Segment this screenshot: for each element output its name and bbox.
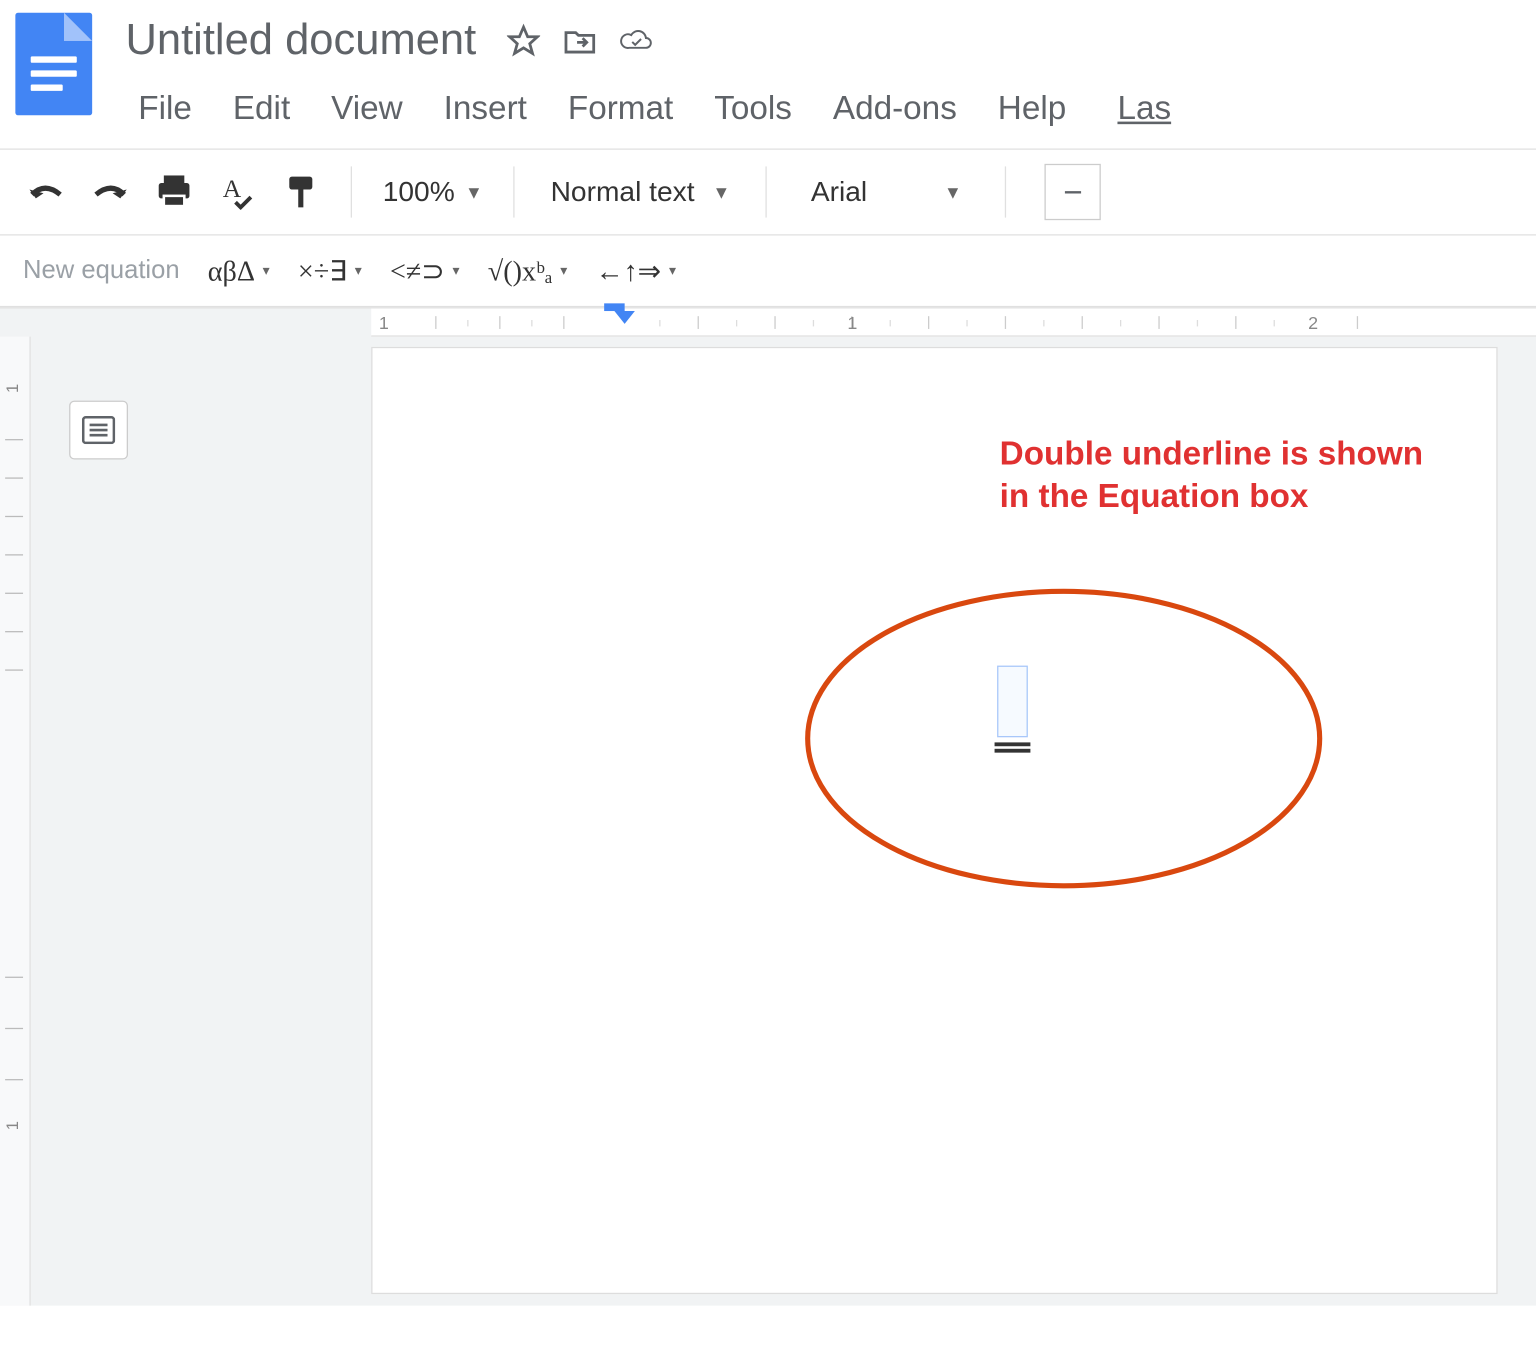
first-line-indent-marker[interactable] — [604, 303, 624, 311]
double-underline-icon — [995, 740, 1031, 753]
paragraph-style-dropdown[interactable]: Normal text ▼ — [535, 175, 745, 208]
annotation-text: Double underline is shown in the Equatio… — [1000, 433, 1461, 516]
chevron-down-icon: ▾ — [263, 262, 270, 279]
menu-file[interactable]: File — [118, 81, 213, 136]
undo-button[interactable] — [18, 164, 74, 220]
zoom-value: 100% — [383, 175, 455, 208]
menu-insert[interactable]: Insert — [423, 81, 547, 136]
chevron-down-icon: ▼ — [944, 182, 962, 202]
chevron-down-icon: ▾ — [355, 262, 362, 279]
primary-toolbar: A 100% ▼ Normal text ▼ Arial ▼ − — [0, 148, 1536, 235]
docs-logo-icon[interactable] — [15, 13, 92, 115]
menu-edit[interactable]: Edit — [212, 81, 310, 136]
menu-tools[interactable]: Tools — [694, 81, 813, 136]
style-value: Normal text — [551, 175, 695, 208]
eq-math-dropdown[interactable]: √()xᵇₐ▾ — [488, 254, 567, 287]
svg-text:A: A — [223, 174, 242, 203]
document-page[interactable]: Double underline is shown in the Equatio… — [371, 347, 1497, 1294]
eq-greek-dropdown[interactable]: αβΔ▾ — [208, 254, 270, 287]
vertical-ruler[interactable]: 1 1 — [0, 337, 31, 1306]
chevron-down-icon: ▼ — [712, 182, 730, 202]
chevron-down-icon: ▾ — [669, 262, 676, 279]
document-workspace: 1 1 1 1 — [0, 307, 1536, 1305]
font-dropdown[interactable]: Arial ▼ — [788, 175, 985, 208]
menu-format[interactable]: Format — [547, 81, 693, 136]
spellcheck-button[interactable]: A — [210, 164, 266, 220]
decrease-font-size-button[interactable]: − — [1045, 164, 1101, 220]
app-header: Untitled document File Edit View Insert … — [0, 0, 1536, 136]
redo-button[interactable] — [82, 164, 138, 220]
zoom-dropdown[interactable]: 100% ▼ — [372, 175, 493, 208]
chevron-down-icon: ▾ — [560, 262, 567, 279]
cloud-status-icon[interactable] — [620, 24, 653, 57]
chevron-down-icon: ▼ — [465, 182, 483, 202]
left-indent-marker[interactable] — [614, 311, 634, 324]
menu-bar: File Edit View Insert Format Tools Add-o… — [118, 81, 1182, 136]
eq-arrows-dropdown[interactable]: ←↑⇒▾ — [595, 254, 676, 287]
eq-ops-dropdown[interactable]: ×÷∃▾ — [298, 254, 362, 287]
annotation-ellipse — [795, 579, 1333, 899]
star-icon[interactable] — [507, 24, 540, 57]
chevron-down-icon: ▾ — [453, 262, 460, 279]
last-edit-link[interactable]: Las — [1087, 81, 1182, 136]
menu-help[interactable]: Help — [977, 81, 1086, 136]
menu-view[interactable]: View — [311, 81, 424, 136]
new-equation-button[interactable]: New equation — [23, 256, 180, 285]
document-outline-button[interactable] — [69, 401, 128, 460]
print-button[interactable] — [146, 164, 202, 220]
font-value: Arial — [811, 175, 867, 208]
eq-relations-dropdown[interactable]: <≠⊃▾ — [390, 254, 460, 287]
move-icon[interactable] — [563, 24, 596, 57]
horizontal-ruler[interactable]: 1 1 2 — [371, 308, 1536, 336]
paint-format-button[interactable] — [274, 164, 330, 220]
document-title[interactable]: Untitled document — [118, 13, 484, 68]
equation-input-box[interactable] — [997, 666, 1028, 738]
menu-addons[interactable]: Add-ons — [812, 81, 977, 136]
equation-toolbar: New equation αβΔ▾ ×÷∃▾ <≠⊃▾ √()xᵇₐ▾ ←↑⇒▾ — [0, 236, 1536, 308]
